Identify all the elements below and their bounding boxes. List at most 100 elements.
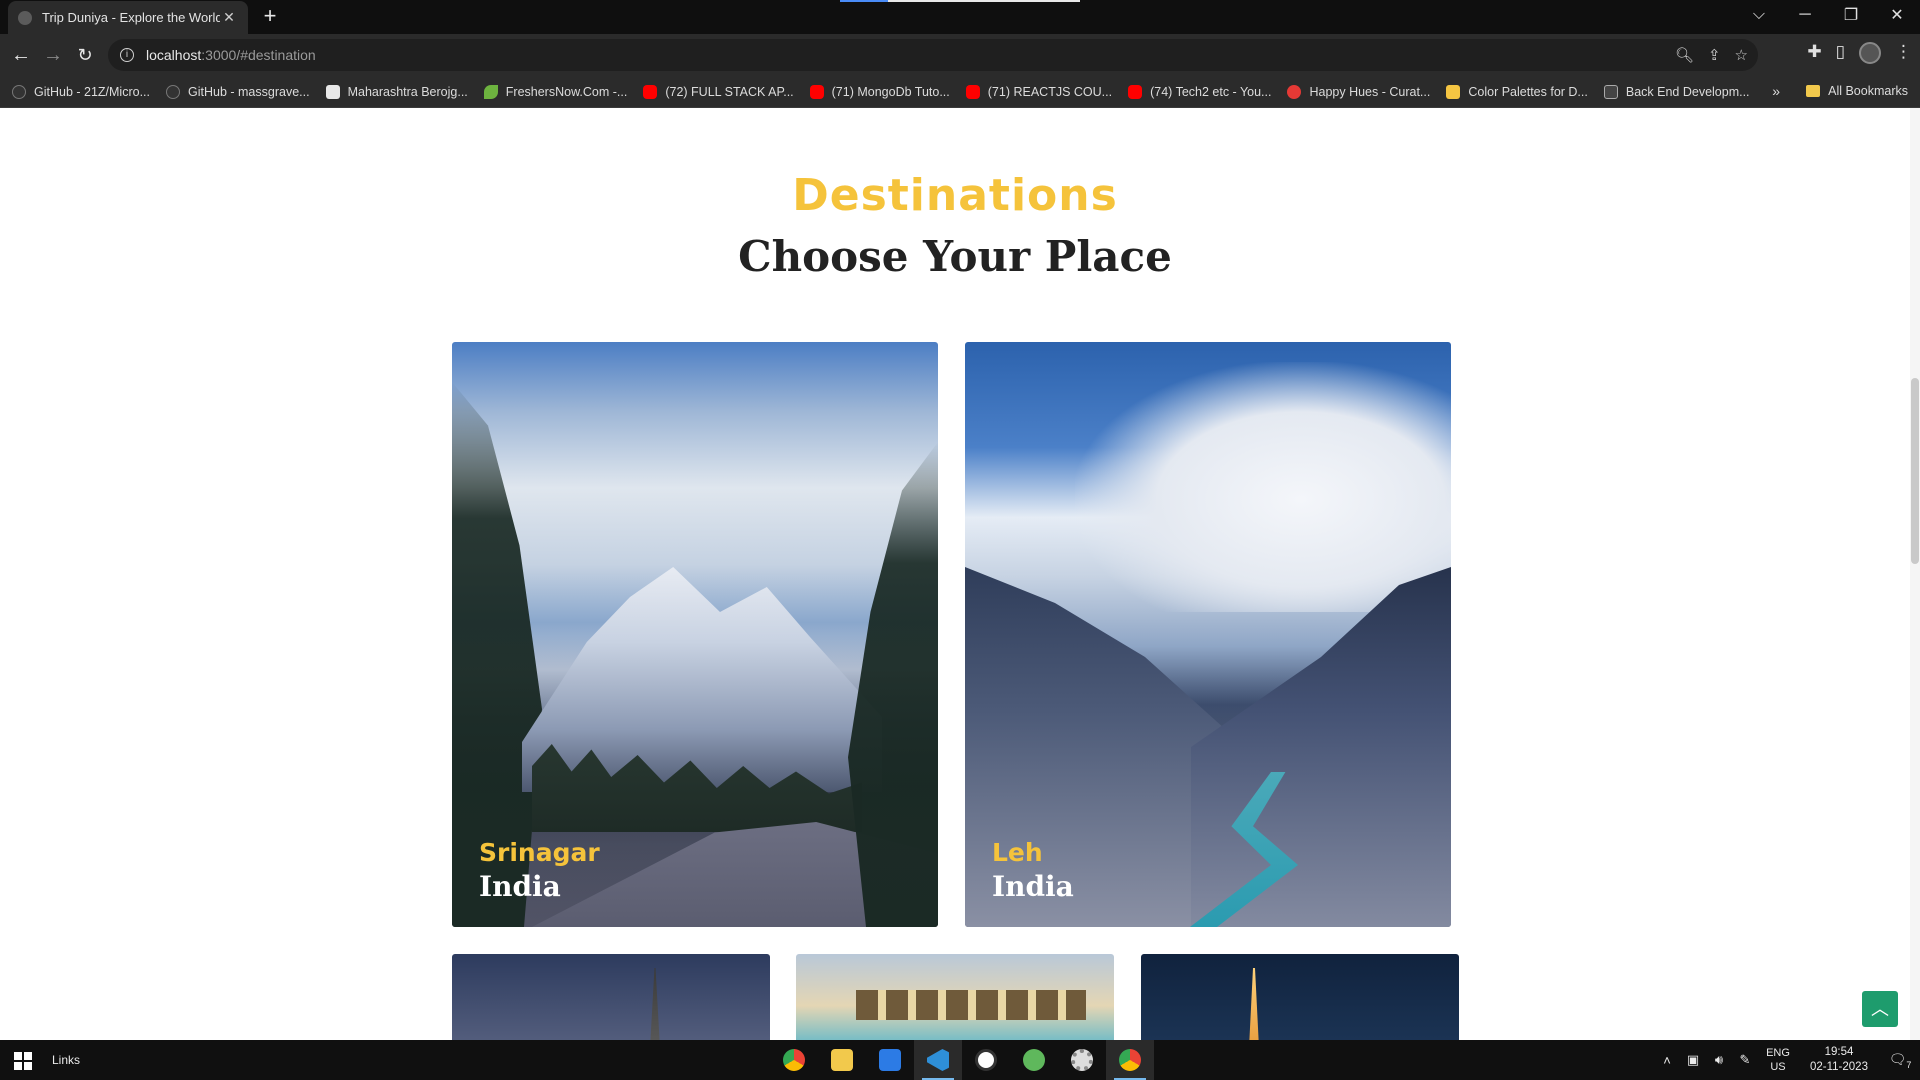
store-icon xyxy=(879,1049,901,1071)
bookmark-item[interactable]: FreshersNow.Com -... xyxy=(483,84,627,99)
taskbar-app-green[interactable] xyxy=(1010,1040,1058,1080)
card-image-mountain-right xyxy=(1191,567,1451,927)
input-language[interactable]: ENG US xyxy=(1758,1046,1798,1074)
youtube-icon xyxy=(1128,84,1143,99)
bookmark-label: (72) FULL STACK AP... xyxy=(665,84,794,99)
new-tab-button[interactable]: + xyxy=(258,4,282,28)
menu-kebab-icon[interactable]: ⋮ xyxy=(1895,42,1912,64)
site-info-icon[interactable]: i xyxy=(120,48,134,62)
destination-country: India xyxy=(992,870,1074,903)
back-to-top-button[interactable]: ︿ xyxy=(1862,991,1898,1027)
side-panel-icon[interactable]: ▯ xyxy=(1836,42,1845,64)
destination-card-paris-partial[interactable] xyxy=(452,954,770,1040)
close-tab-icon[interactable]: ✕ xyxy=(220,9,238,26)
taskbar-app-store[interactable] xyxy=(866,1040,914,1080)
chevron-up-icon: ︿ xyxy=(1871,999,1889,1019)
youtube-icon xyxy=(809,84,824,99)
taskbar-app-clock[interactable] xyxy=(962,1040,1010,1080)
globe-icon xyxy=(18,10,32,25)
taskbar-app-settings[interactable] xyxy=(1058,1040,1106,1080)
github-icon xyxy=(166,84,180,99)
windows-taskbar: Links ˄ ▣ 🔊︎ ✎ ENG US 19:54 02-11-2023 🗨… xyxy=(0,1040,1920,1080)
bookmark-label: (74) Tech2 etc - You... xyxy=(1150,84,1272,99)
destination-city: Srinagar xyxy=(479,838,600,867)
destination-country: India xyxy=(479,870,561,903)
bookmark-item[interactable]: GitHub - 21Z/Micro... xyxy=(12,84,150,99)
extensions-icon[interactable]: ✚ xyxy=(1807,42,1821,64)
bookmark-item[interactable]: Happy Hues - Curat... xyxy=(1287,84,1430,99)
taskbar-app-vscode[interactable] xyxy=(914,1040,962,1080)
bookmark-item[interactable]: Maharashtra Berojg... xyxy=(325,84,468,99)
links-toolbar-label[interactable]: Links xyxy=(52,1053,80,1067)
region-code: US xyxy=(1770,1061,1786,1073)
all-bookmarks-button[interactable]: All Bookmarks xyxy=(1806,84,1908,98)
zoom-icon[interactable]: 🔍︎ xyxy=(1675,46,1694,64)
windows-start-icon[interactable] xyxy=(14,1052,32,1070)
card-image-clouds xyxy=(1075,362,1451,612)
page-viewport: Destinations Choose Your Place Srinagar … xyxy=(0,108,1920,1040)
bookmark-label: GitHub - 21Z/Micro... xyxy=(34,84,150,99)
bookmark-item[interactable]: (72) FULL STACK AP... xyxy=(643,84,794,99)
bookmark-label: GitHub - massgrave... xyxy=(188,84,310,99)
chrome-icon xyxy=(783,1049,805,1071)
clock-date: 02-11-2023 xyxy=(1810,1061,1868,1073)
bookmark-item[interactable]: Color Palettes for D... xyxy=(1446,84,1588,99)
notification-count: 7 xyxy=(1906,1059,1912,1070)
happy-hues-icon xyxy=(1287,84,1302,99)
pen-icon[interactable]: ✎ xyxy=(1732,1052,1758,1068)
address-bar[interactable]: i localhost :3000/#destination 🔍︎ ⇪ ☆ xyxy=(108,39,1758,71)
bookmarks-bar: GitHub - 21Z/Micro... GitHub - massgrave… xyxy=(0,76,1920,108)
destination-card-srinagar[interactable]: Srinagar India xyxy=(452,342,938,927)
destination-card-leh[interactable]: Leh India xyxy=(965,342,1451,927)
taskbar-app-chrome-active[interactable] xyxy=(1106,1040,1154,1080)
destination-city: Leh xyxy=(992,838,1043,867)
clock-app-icon xyxy=(975,1049,997,1071)
share-icon[interactable]: ⇪ xyxy=(1708,46,1721,64)
bookmark-item[interactable]: GitHub - massgrave... xyxy=(166,84,310,99)
bookmark-item[interactable]: Back End Developm... xyxy=(1603,84,1750,99)
youtube-icon xyxy=(643,84,658,99)
section-kicker: Destinations xyxy=(792,170,1118,221)
volume-icon[interactable]: 🔊︎ xyxy=(1706,1052,1732,1068)
bookmark-item[interactable]: (74) Tech2 etc - You... xyxy=(1128,84,1272,99)
eiffel-tower-image xyxy=(650,968,660,1040)
back-arrow-icon[interactable]: ← xyxy=(8,42,34,68)
more-bookmarks-icon[interactable]: » xyxy=(1772,83,1780,99)
url-host: localhost xyxy=(146,47,202,63)
chevron-up-tray-icon[interactable]: ˄ xyxy=(1654,1053,1680,1068)
bookmark-label: (71) MongoDb Tuto... xyxy=(831,84,950,99)
tab-search-icon[interactable]: ⌵ xyxy=(1736,6,1782,24)
notification-center-icon[interactable]: 🗨︎7 xyxy=(1880,1051,1920,1070)
window-controls: ⌵ ─ ❐ ✕ xyxy=(1736,0,1920,30)
browser-tabbar: Trip Duniya - Explore the World ✕ + ⌵ ─ … xyxy=(0,0,1920,34)
taskbar-app-explorer[interactable] xyxy=(818,1040,866,1080)
language-code: ENG xyxy=(1766,1047,1790,1059)
meet-now-icon[interactable]: ▣ xyxy=(1680,1052,1706,1068)
tokyo-tower-image xyxy=(1249,968,1259,1040)
file-explorer-icon xyxy=(831,1049,853,1071)
page-scrollbar[interactable] xyxy=(1910,108,1920,1040)
bookmark-label: (71) REACTJS COU... xyxy=(987,84,1113,99)
close-window-icon[interactable]: ✕ xyxy=(1874,5,1920,25)
all-bookmarks-label: All Bookmarks xyxy=(1828,84,1908,98)
palette-icon xyxy=(1446,84,1461,99)
settings-gear-icon xyxy=(1071,1049,1093,1071)
system-tray: ˄ ▣ 🔊︎ ✎ ENG US 19:54 02-11-2023 🗨︎7 xyxy=(1654,1040,1920,1080)
restore-icon[interactable]: ❐ xyxy=(1828,5,1874,25)
taskbar-app-chrome[interactable] xyxy=(770,1040,818,1080)
bookmark-star-icon[interactable]: ☆ xyxy=(1735,46,1748,64)
reload-icon[interactable]: ↻ xyxy=(72,42,98,68)
destination-card-maldives-partial[interactable] xyxy=(796,954,1114,1040)
taskbar-apps xyxy=(770,1040,1154,1080)
url-path: :3000/#destination xyxy=(201,47,316,63)
backend-icon xyxy=(1603,84,1618,99)
system-clock[interactable]: 19:54 02-11-2023 xyxy=(1798,1045,1880,1075)
bookmark-item[interactable]: (71) MongoDb Tuto... xyxy=(809,84,950,99)
forward-arrow-icon[interactable]: → xyxy=(40,42,66,68)
profile-avatar[interactable] xyxy=(1859,42,1881,64)
minimize-icon[interactable]: ─ xyxy=(1782,6,1828,24)
scrollbar-thumb[interactable] xyxy=(1911,378,1919,564)
browser-tab[interactable]: Trip Duniya - Explore the World ✕ xyxy=(8,1,248,34)
bookmark-item[interactable]: (71) REACTJS COU... xyxy=(965,84,1113,99)
destination-card-tokyo-partial[interactable] xyxy=(1141,954,1459,1040)
